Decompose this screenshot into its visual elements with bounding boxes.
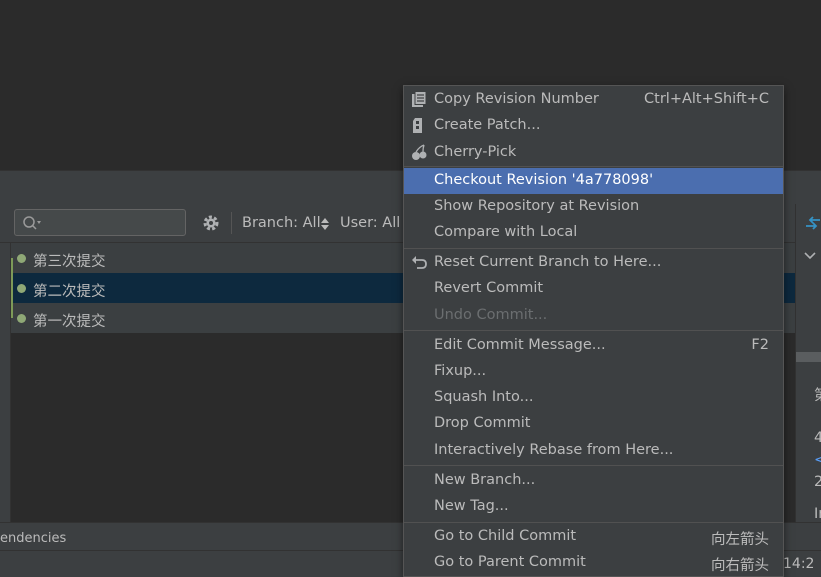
diff-arrows-icon[interactable] bbox=[804, 214, 821, 232]
menu-item-show-repository-at-revision[interactable]: Show Repository at Revision bbox=[404, 194, 783, 220]
menu-item-label: Revert Commit bbox=[434, 280, 544, 296]
updown-arrows-icon bbox=[321, 218, 329, 230]
details-branches: In bbox=[814, 506, 821, 522]
menu-item-copy-revision-number[interactable]: Copy Revision Number Ctrl+Alt+Shift+C bbox=[404, 87, 783, 113]
copy-icon bbox=[412, 91, 427, 107]
menu-item-label: Compare with Local bbox=[434, 224, 578, 240]
menu-item-drop-commit[interactable]: Drop Commit bbox=[404, 411, 783, 437]
commit-graph-dot bbox=[17, 284, 26, 293]
menu-item-squash-into[interactable]: Squash Into... bbox=[404, 385, 783, 411]
details-date: 2 bbox=[814, 474, 821, 490]
commit-context-menu: Copy Revision Number Ctrl+Alt+Shift+C Cr… bbox=[403, 85, 784, 577]
menu-item-label: Cherry-Pick bbox=[434, 144, 517, 160]
left-gutter bbox=[0, 243, 10, 522]
menu-separator bbox=[404, 465, 783, 466]
menu-item-label: Go to Parent Commit bbox=[434, 554, 586, 570]
menu-separator bbox=[404, 248, 783, 249]
cursor-position[interactable]: 14:2 bbox=[783, 556, 814, 572]
commit-graph-dot bbox=[17, 254, 26, 263]
menu-separator bbox=[404, 166, 783, 167]
toolbar-separator bbox=[231, 212, 232, 234]
menu-item-go-to-child-commit[interactable]: Go to Child Commit 向左箭头 bbox=[404, 524, 783, 550]
menu-item-label: Interactively Rebase from Here... bbox=[434, 442, 674, 458]
menu-item-reset-current-branch[interactable]: Reset Current Branch to Here... bbox=[404, 250, 783, 276]
menu-item-label: Reset Current Branch to Here... bbox=[434, 254, 662, 270]
menu-item-interactively-rebase[interactable]: Interactively Rebase from Here... bbox=[404, 438, 783, 464]
cherry-icon bbox=[412, 144, 427, 160]
menu-item-label: Drop Commit bbox=[434, 415, 531, 431]
menu-item-revert-commit[interactable]: Revert Commit bbox=[404, 276, 783, 302]
menu-item-label: New Branch... bbox=[434, 472, 536, 488]
menu-item-checkout-revision[interactable]: Checkout Revision '4a778098' bbox=[404, 168, 783, 194]
menu-item-label: Show Repository at Revision bbox=[434, 198, 640, 214]
menu-item-label: Create Patch... bbox=[434, 117, 541, 133]
undo-icon bbox=[412, 256, 427, 269]
commit-message: 第一次提交 bbox=[33, 314, 106, 330]
menu-item-label: Undo Commit... bbox=[434, 307, 548, 323]
branch-filter[interactable]: Branch: All bbox=[242, 215, 321, 231]
menu-item-label: Edit Commit Message... bbox=[434, 337, 606, 353]
menu-item-new-branch[interactable]: New Branch... bbox=[404, 468, 783, 494]
chevron-down-icon[interactable] bbox=[804, 252, 816, 260]
commit-details-panel: 第 4 < 2 In bbox=[795, 204, 821, 522]
menu-item-shortcut: Ctrl+Alt+Shift+C bbox=[644, 91, 769, 107]
menu-item-shortcut: 向右箭头 bbox=[711, 558, 769, 574]
commit-graph-line bbox=[11, 258, 13, 318]
menu-item-undo-commit: Undo Commit... bbox=[404, 303, 783, 329]
menu-item-go-to-parent-commit[interactable]: Go to Parent Commit 向右箭头 bbox=[404, 550, 783, 576]
menu-item-label: Checkout Revision '4a778098' bbox=[434, 172, 654, 188]
menu-item-new-tag[interactable]: New Tag... bbox=[404, 494, 783, 520]
details-scrollbar[interactable] bbox=[796, 352, 821, 362]
search-input[interactable] bbox=[14, 209, 186, 236]
menu-item-label: Squash Into... bbox=[434, 389, 534, 405]
patch-icon bbox=[413, 118, 422, 133]
dependencies-tab[interactable]: endencies bbox=[0, 531, 66, 546]
commit-message: 第二次提交 bbox=[33, 284, 106, 300]
details-author-link[interactable]: < bbox=[814, 452, 821, 468]
menu-item-create-patch[interactable]: Create Patch... bbox=[404, 113, 783, 139]
details-hash: 4 bbox=[814, 430, 821, 446]
menu-item-shortcut: F2 bbox=[751, 337, 769, 353]
user-filter[interactable]: User: All bbox=[340, 215, 400, 231]
menu-item-label: Copy Revision Number bbox=[434, 91, 599, 107]
menu-separator bbox=[404, 330, 783, 331]
menu-item-cherry-pick[interactable]: Cherry-Pick bbox=[404, 140, 783, 166]
menu-item-label: Go to Child Commit bbox=[434, 528, 577, 544]
menu-item-compare-with-local[interactable]: Compare with Local bbox=[404, 220, 783, 246]
menu-item-label: Fixup... bbox=[434, 363, 487, 379]
menu-item-edit-commit-message[interactable]: Edit Commit Message... F2 bbox=[404, 333, 783, 359]
search-icon bbox=[23, 216, 41, 230]
menu-separator bbox=[404, 522, 783, 523]
details-subject: 第 bbox=[814, 384, 821, 405]
commit-message: 第三次提交 bbox=[33, 254, 106, 270]
menu-item-fixup[interactable]: Fixup... bbox=[404, 359, 783, 385]
menu-item-shortcut: 向左箭头 bbox=[711, 532, 769, 548]
menu-item-label: New Tag... bbox=[434, 498, 509, 514]
gear-icon[interactable] bbox=[201, 213, 221, 233]
commit-graph-dot bbox=[17, 314, 26, 323]
ide-window: Branch: All User: All 第三次提交 第二次提交 第一次提交 … bbox=[0, 0, 821, 577]
